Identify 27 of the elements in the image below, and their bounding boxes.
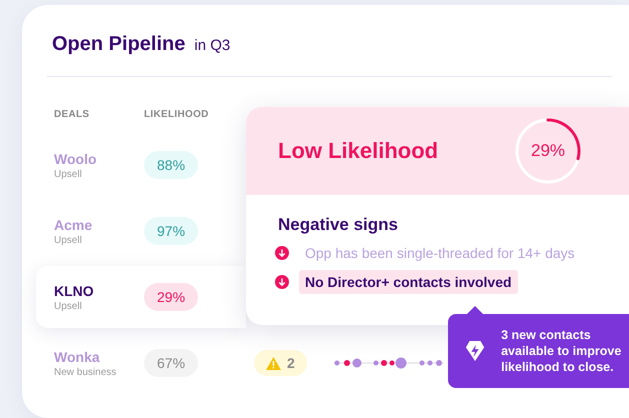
deal-name: KLNO bbox=[54, 282, 95, 298]
panel-title: Open Pipeline bbox=[52, 33, 186, 56]
warning-icon bbox=[266, 356, 281, 370]
period-label: in Q3 bbox=[194, 37, 230, 54]
likelihood-badge: 29% bbox=[144, 283, 198, 311]
negative-sign: No Director+ contacts involved bbox=[299, 270, 518, 294]
likelihood-ring bbox=[515, 118, 581, 184]
likelihood-badge: 97% bbox=[144, 217, 198, 245]
likelihood-heading: Low Likelihood bbox=[278, 138, 438, 164]
warning-badge: 2 bbox=[254, 350, 307, 376]
selected-deal-row[interactable]: KLNO Upsell 29% bbox=[36, 266, 246, 328]
likelihood-badge: 67% bbox=[144, 349, 198, 377]
likelihood-badge: 88% bbox=[144, 151, 198, 179]
deal-type: Upsell bbox=[54, 168, 83, 180]
deal-name[interactable]: Acme bbox=[54, 216, 144, 232]
deal-type: New business bbox=[54, 366, 118, 378]
column-header: LIKELIHOOD bbox=[144, 109, 210, 120]
section-heading: Negative signs bbox=[278, 215, 399, 235]
deal-name[interactable]: Wonka bbox=[54, 348, 144, 364]
likelihood-percent: 29% bbox=[530, 141, 566, 161]
negative-sign: Opp has been single-threaded for 14+ days bbox=[304, 244, 576, 263]
bolt-diamond-icon bbox=[465, 339, 486, 363]
deal-type: Upsell bbox=[54, 300, 83, 312]
column-header: DEALS bbox=[54, 109, 90, 120]
deal-type: Upsell bbox=[54, 234, 83, 246]
deal-name[interactable]: Woolo bbox=[54, 150, 144, 166]
tooltip-text: 3 new contacts available to improve likelihood to close. bbox=[501, 327, 622, 375]
